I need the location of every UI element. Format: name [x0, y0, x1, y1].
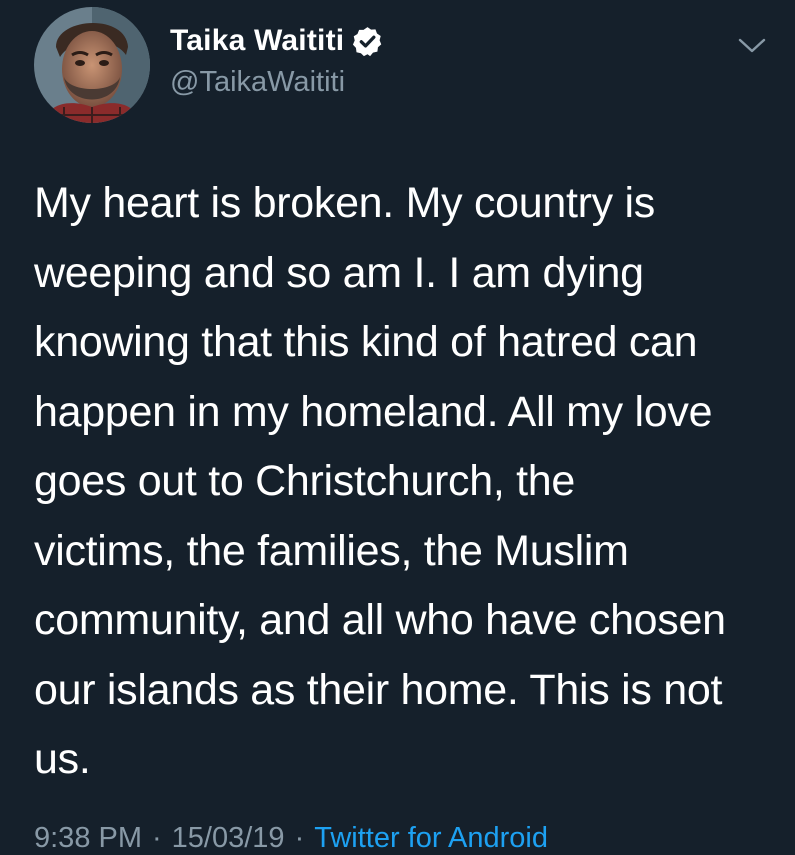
tweet-card: Taika Waititi @TaikaWaititi My heart is …	[0, 0, 795, 854]
profile-photo	[34, 7, 150, 123]
tweet-date[interactable]: 15/03/19	[172, 822, 285, 854]
avatar[interactable]	[34, 7, 150, 123]
verified-badge-icon	[353, 26, 382, 56]
tweet-time[interactable]: 9:38 PM	[34, 822, 142, 854]
meta-separator: ·	[152, 822, 162, 854]
chevron-down-icon[interactable]	[737, 36, 767, 56]
display-name[interactable]: Taika Waititi	[170, 24, 344, 58]
tweet-meta: 9:38 PM · 15/03/19 · Twitter for Android	[34, 822, 548, 855]
author-name-row[interactable]: Taika Waititi	[170, 20, 384, 62]
tweet-text: My heart is broken. My country is weepin…	[34, 179, 726, 783]
meta-separator: ·	[294, 822, 305, 854]
tweet-source-link[interactable]: Twitter for Android	[314, 822, 548, 854]
author-handle[interactable]: @TaikaWaititi	[170, 66, 345, 99]
